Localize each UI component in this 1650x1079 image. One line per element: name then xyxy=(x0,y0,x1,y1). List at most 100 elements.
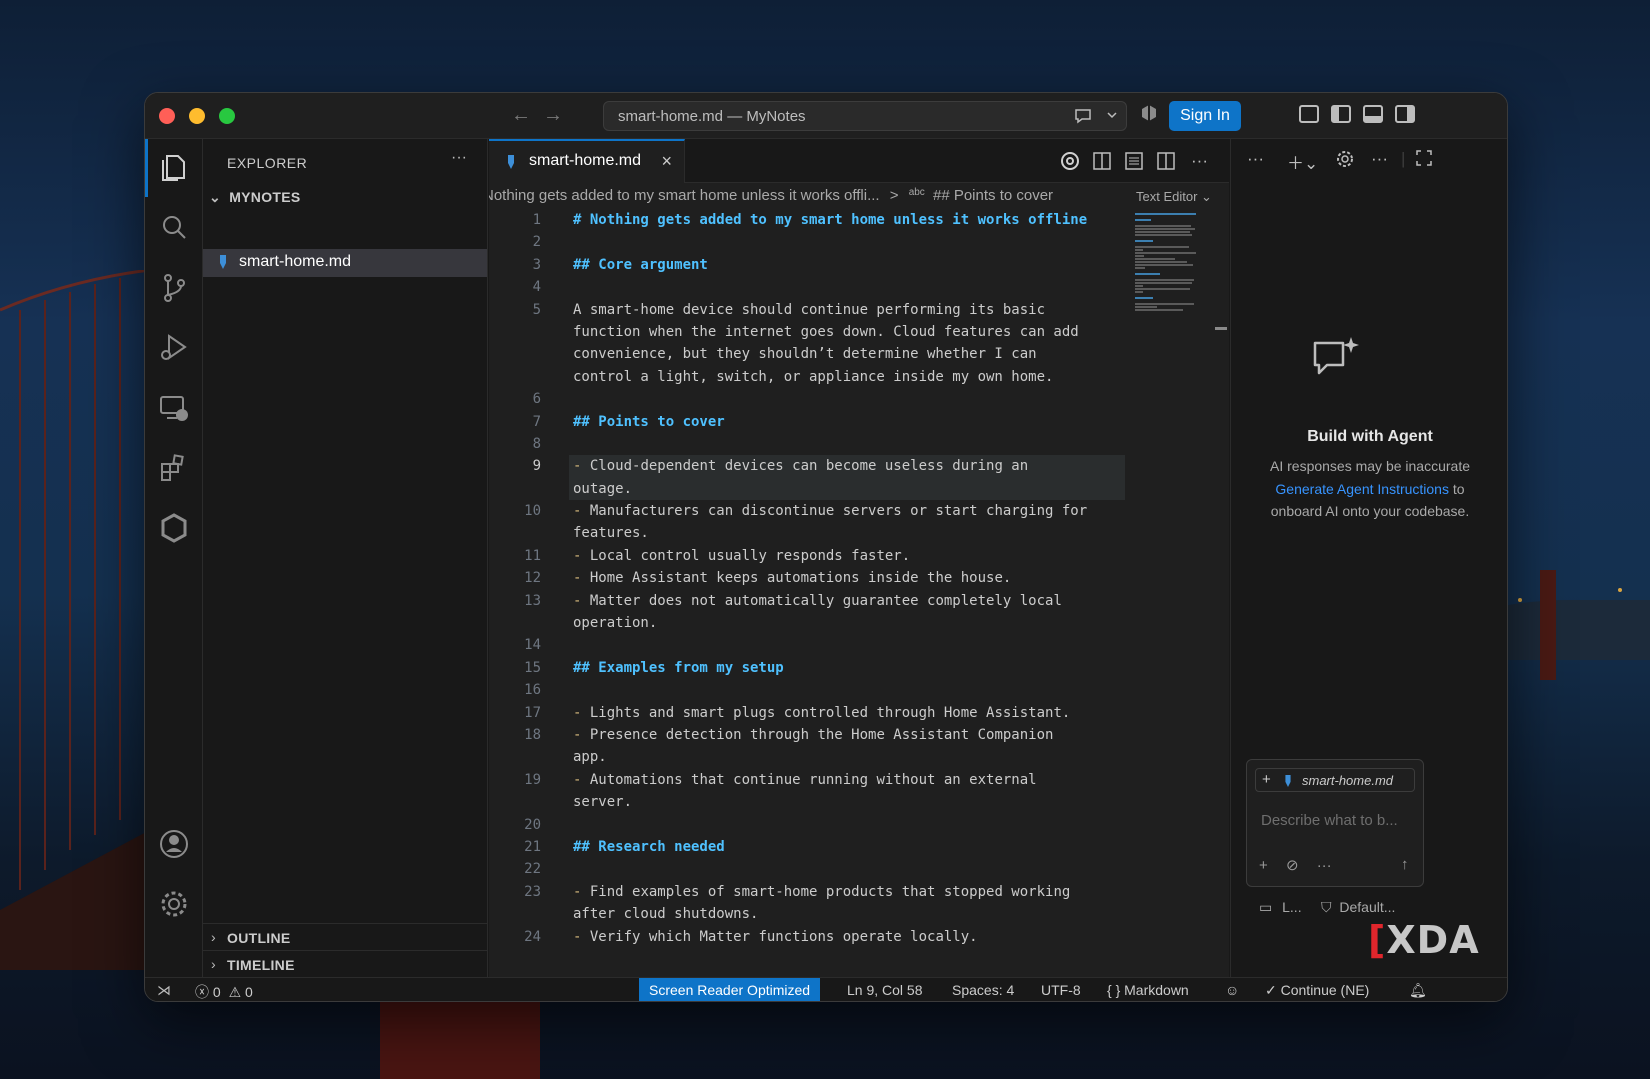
code-editor[interactable]: 1 # Nothing gets added to my smart home u… xyxy=(489,209,1129,977)
source-control-icon[interactable] xyxy=(157,271,191,305)
code-line[interactable]: 20 xyxy=(489,814,1129,836)
editor-more-actions[interactable]: ··· xyxy=(1191,151,1208,171)
problems-indicator[interactable]: ⓧ 0 ⚠ 0 xyxy=(195,982,253,1001)
settings-gear-icon[interactable] xyxy=(157,887,191,921)
code-line[interactable]: function when the internet goes down. Cl… xyxy=(489,321,1129,343)
toggle-panel-icon[interactable] xyxy=(1363,105,1383,123)
tools-icon[interactable]: ⊘ xyxy=(1286,857,1299,874)
indentation[interactable]: Spaces: 4 xyxy=(952,982,1014,998)
more-tools-icon[interactable]: ··· xyxy=(1317,857,1332,874)
context-file-chip[interactable]: + smart-home.md xyxy=(1255,768,1415,792)
continue-status[interactable]: ✓ Continue (NE) xyxy=(1265,982,1369,999)
code-line[interactable]: 19 - Automations that continue running wi… xyxy=(489,769,1129,791)
remote-icon[interactable]: ⋊ xyxy=(157,982,171,999)
remote-explorer-icon[interactable] xyxy=(157,391,191,425)
explorer-icon[interactable] xyxy=(157,151,191,185)
folder-mynotes[interactable]: ⌄ MYNOTES xyxy=(209,189,301,206)
chat-settings-gear-icon[interactable] xyxy=(1335,149,1355,169)
breadcrumb[interactable]: Nothing gets added to my smart home unle… xyxy=(489,187,1129,209)
maximize-window-button[interactable] xyxy=(219,108,235,124)
code-line[interactable]: server. xyxy=(489,791,1129,813)
code-line[interactable]: 17 - Lights and smart plugs controlled th… xyxy=(489,702,1129,724)
encoding[interactable]: UTF-8 xyxy=(1041,982,1081,998)
code-line[interactable]: 23 - Find examples of smart-home products… xyxy=(489,881,1129,903)
tab-smart-home[interactable]: smart-home.md × xyxy=(489,139,685,183)
open-changes-icon[interactable] xyxy=(1123,150,1145,172)
code-line[interactable]: 5 A smart-home device should continue per… xyxy=(489,299,1129,321)
model-picker[interactable]: ⛉ Default... xyxy=(1321,899,1395,916)
add-context-icon[interactable]: + xyxy=(1262,771,1271,788)
language-mode[interactable]: { } Markdown xyxy=(1107,982,1189,998)
toggle-primary-sidebar-icon[interactable] xyxy=(1331,105,1351,123)
code-line[interactable]: app. xyxy=(489,746,1129,768)
copilot-icon[interactable] xyxy=(1139,103,1159,128)
cursor-position[interactable]: Ln 9, Col 58 xyxy=(847,982,923,998)
code-line[interactable]: 11 - Local control usually responds faste… xyxy=(489,545,1129,567)
add-icon[interactable]: + xyxy=(1259,857,1268,874)
breadcrumb-heading-2[interactable]: ## Points to cover xyxy=(933,187,1053,204)
open-preview-icon[interactable] xyxy=(1091,150,1113,172)
sign-in-button[interactable]: Sign In xyxy=(1169,101,1241,131)
code-line[interactable]: 12 - Home Assistant keeps automations ins… xyxy=(489,567,1129,589)
code-line[interactable]: 22 xyxy=(489,858,1129,880)
code-line[interactable]: 3 ## Core argument xyxy=(489,254,1129,276)
file-item-smart-home[interactable]: smart-home.md xyxy=(203,249,487,277)
forward-arrow-icon[interactable]: → xyxy=(543,104,563,127)
text-editor-dropdown[interactable]: Text Editor ⌄ xyxy=(1136,189,1212,205)
toggle-secondary-sidebar-icon[interactable] xyxy=(1395,105,1415,123)
back-arrow-icon[interactable]: ← xyxy=(511,104,531,127)
code-line[interactable]: 1 # Nothing gets added to my smart home u… xyxy=(489,209,1129,231)
close-icon[interactable]: × xyxy=(661,151,672,172)
code-line[interactable]: 21 ## Research needed xyxy=(489,836,1129,858)
code-line[interactable]: 2 xyxy=(489,231,1129,253)
maximize-panel-icon[interactable] xyxy=(1415,149,1433,167)
generate-instructions-link[interactable]: Generate Agent Instructions xyxy=(1275,481,1449,497)
code-line[interactable]: 8 xyxy=(489,433,1129,455)
code-line[interactable]: 15 ## Examples from my setup xyxy=(489,657,1129,679)
chat-dropdown-icon[interactable] xyxy=(1074,107,1118,129)
agent-more-icon[interactable]: ··· xyxy=(1247,149,1264,169)
code-line[interactable]: control a light, switch, or appliance in… xyxy=(489,366,1129,388)
code-line[interactable]: 18 - Presence detection through the Home … xyxy=(489,724,1129,746)
continue-extension-icon[interactable] xyxy=(157,511,191,545)
search-icon[interactable] xyxy=(157,211,191,245)
outline-section[interactable]: › OUTLINE xyxy=(203,923,487,950)
customize-layout-icon[interactable] xyxy=(1299,105,1319,123)
timeline-section[interactable]: › TIMELINE xyxy=(203,950,487,977)
breadcrumb-heading-1[interactable]: Nothing gets added to my smart home unle… xyxy=(489,187,880,204)
minimap[interactable] xyxy=(1129,209,1221,977)
code-line[interactable]: after cloud shutdowns. xyxy=(489,903,1129,925)
code-line[interactable]: 4 xyxy=(489,276,1129,298)
openai-icon[interactable] xyxy=(1059,150,1081,172)
run-debug-icon[interactable] xyxy=(157,331,191,365)
agent-mode-picker[interactable]: ▭ L... xyxy=(1259,899,1302,916)
code-line[interactable]: 9 - Cloud-dependent devices can become us… xyxy=(489,455,1129,478)
chat-input-placeholder[interactable]: Describe what to b... xyxy=(1261,812,1398,829)
code-line[interactable]: operation. xyxy=(489,612,1129,634)
explorer-more-actions[interactable]: ··· xyxy=(451,149,467,167)
send-arrow-icon[interactable]: ↑ xyxy=(1401,856,1409,873)
notifications-bell-icon[interactable]: 🔔︎ xyxy=(1409,982,1427,999)
code-line[interactable]: 13 - Matter does not automatically guaran… xyxy=(489,590,1129,612)
split-editor-icon[interactable] xyxy=(1155,150,1177,172)
code-line[interactable]: 6 xyxy=(489,388,1129,410)
code-line[interactable]: features. xyxy=(489,522,1129,544)
copilot-status-icon[interactable]: ☺ xyxy=(1225,982,1239,998)
code-line[interactable]: convenience, but they shouldn’t determin… xyxy=(489,343,1129,365)
screen-reader-mode[interactable]: Screen Reader Optimized xyxy=(639,978,821,1001)
new-chat-icon[interactable]: ＋⌄ xyxy=(1287,149,1318,174)
chat-input-box[interactable]: + smart-home.md Describe what to b... + … xyxy=(1246,759,1424,887)
code-line[interactable]: 24 - Verify which Matter functions operat… xyxy=(489,926,1129,948)
account-icon[interactable] xyxy=(157,827,191,861)
minimize-window-button[interactable] xyxy=(189,108,205,124)
panel-more-icon[interactable]: ··· xyxy=(1371,149,1388,169)
code-line[interactable]: 7 ## Points to cover xyxy=(489,411,1129,433)
code-line[interactable]: 10 - Manufacturers can discontinue server… xyxy=(489,500,1129,522)
close-window-button[interactable] xyxy=(159,108,175,124)
extensions-icon[interactable] xyxy=(157,451,191,485)
code-line[interactable]: 14 xyxy=(489,634,1129,656)
scrollbar-marker[interactable] xyxy=(1215,327,1227,330)
code-line[interactable]: 16 xyxy=(489,679,1129,701)
code-line[interactable]: outage. xyxy=(489,477,1129,501)
command-center[interactable]: smart-home.md — MyNotes xyxy=(603,101,1127,131)
